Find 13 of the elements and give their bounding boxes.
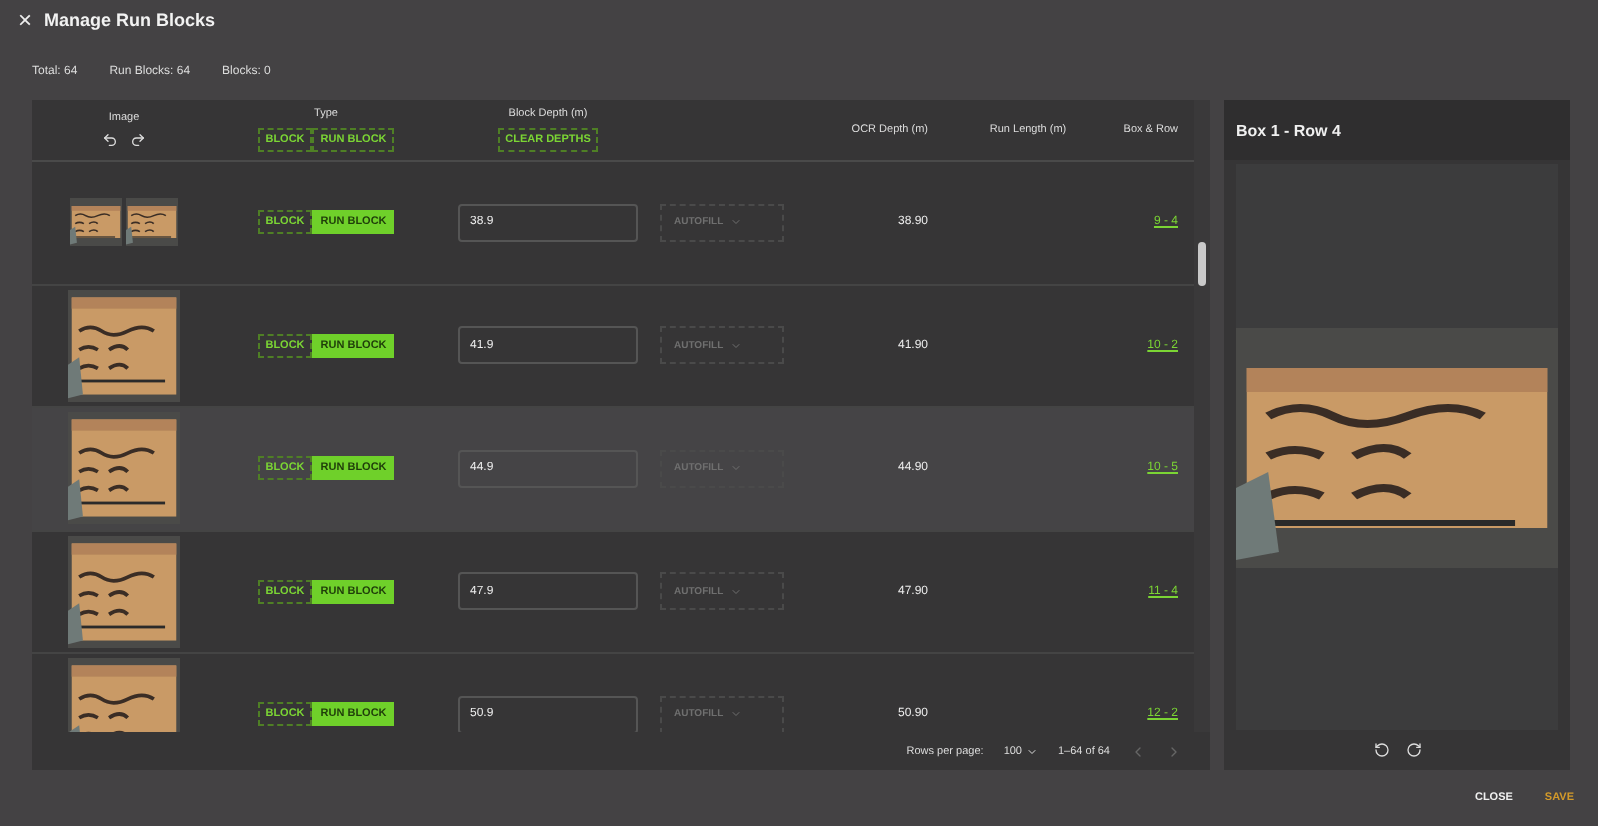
preview-title: Box 1 - Row 4 (1236, 121, 1341, 139)
rotate-right-icon[interactable] (1405, 742, 1421, 758)
scrollbar[interactable] (1194, 100, 1210, 732)
undo-icon[interactable] (102, 132, 118, 148)
caret-icon (1026, 745, 1038, 757)
caret-icon (729, 708, 742, 721)
window-title: Manage Run Blocks (44, 10, 216, 30)
caret-icon (729, 339, 742, 352)
rotate-left-icon[interactable] (1373, 742, 1389, 758)
close-icon[interactable]: × (18, 8, 33, 32)
redo-icon[interactable] (130, 132, 146, 148)
caret-icon (729, 585, 742, 598)
caret-icon (729, 216, 742, 229)
